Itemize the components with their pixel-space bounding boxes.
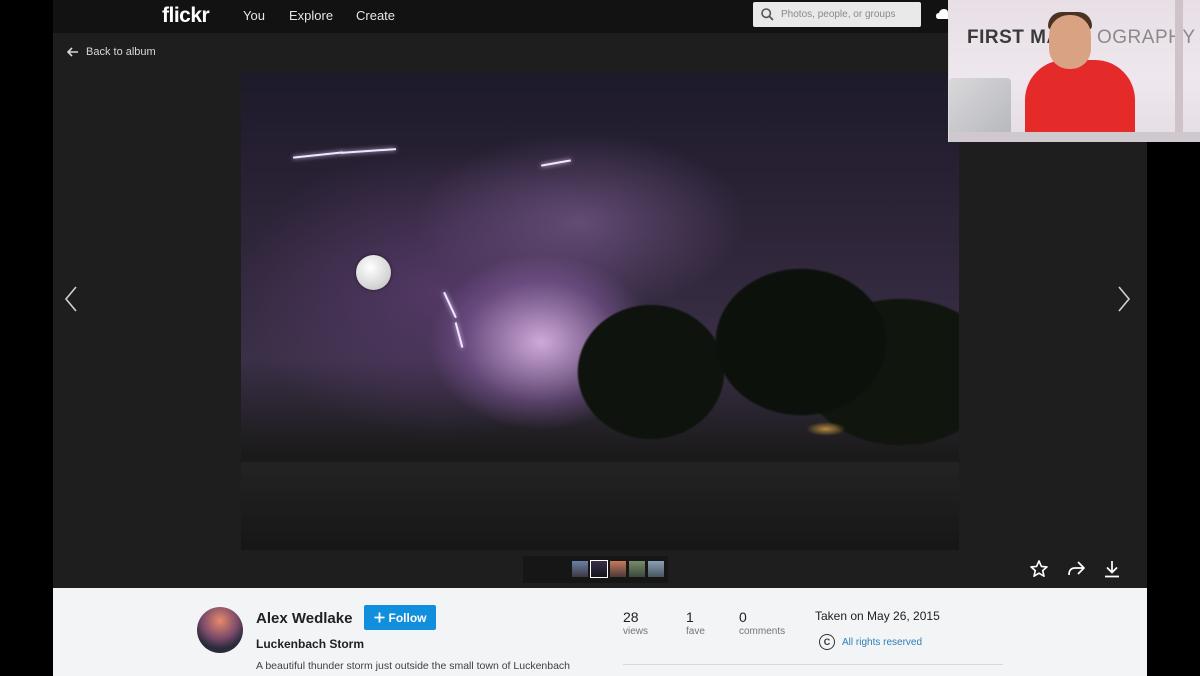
lightning-streak bbox=[454, 322, 464, 348]
webcam-overlay: FIRST MAN OGRAPHY bbox=[948, 0, 1200, 142]
follow-label: Follow bbox=[388, 610, 427, 625]
lightning-streak bbox=[293, 151, 343, 159]
stat-comments-value: 0 bbox=[739, 609, 747, 625]
info-divider bbox=[623, 664, 1003, 665]
photo-info-panel: Alex Wedlake Follow Luckenbach Storm A b… bbox=[53, 588, 1147, 676]
nav-link-you[interactable]: You bbox=[243, 8, 265, 23]
nav-link-create[interactable]: Create bbox=[356, 8, 395, 23]
back-to-album-link[interactable]: Back to album bbox=[67, 46, 156, 58]
download-button[interactable] bbox=[1102, 559, 1122, 579]
share-icon bbox=[1068, 561, 1085, 576]
webcam-presenter-head bbox=[1049, 15, 1091, 69]
mouse-cursor-indicator bbox=[356, 255, 391, 290]
webcam-presenter-shirt bbox=[1025, 60, 1135, 142]
stat-faves[interactable]: 1 fave bbox=[686, 609, 705, 637]
filmstrip-thumb[interactable] bbox=[629, 561, 645, 577]
house-light bbox=[806, 422, 846, 436]
filmstrip-thumb[interactable] bbox=[572, 561, 588, 577]
lightning-streak bbox=[541, 159, 571, 167]
copyright-icon: C bbox=[819, 634, 835, 650]
filmstrip-thumb[interactable] bbox=[648, 561, 664, 577]
photo-filmstrip bbox=[523, 556, 668, 583]
photo-title: Luckenbach Storm bbox=[256, 637, 365, 651]
lightning-streak bbox=[443, 291, 457, 319]
stat-comments[interactable]: 0 comments bbox=[739, 609, 785, 637]
license-info[interactable]: C All rights reserved bbox=[819, 634, 922, 650]
road-foreground bbox=[241, 462, 959, 550]
arrow-left-icon bbox=[67, 47, 78, 57]
filmstrip-thumb[interactable] bbox=[610, 561, 626, 577]
license-label: All rights reserved bbox=[842, 636, 923, 648]
photo-description: A beautiful thunder storm just outside t… bbox=[256, 660, 571, 672]
stat-comments-label: comments bbox=[739, 626, 786, 637]
video-letterbox-left bbox=[0, 0, 53, 676]
chevron-left-icon bbox=[64, 286, 77, 312]
back-to-album-label: Back to album bbox=[86, 46, 156, 58]
flickr-logo[interactable]: flickr bbox=[162, 4, 210, 28]
filmstrip-thumb-active[interactable] bbox=[590, 560, 608, 578]
next-photo-button[interactable] bbox=[1117, 285, 1131, 319]
lightning-streak bbox=[340, 148, 397, 154]
tree-silhouettes bbox=[541, 222, 959, 492]
stat-views: 28 views bbox=[623, 609, 648, 637]
chevron-right-icon bbox=[1118, 286, 1131, 312]
previous-photo-button[interactable] bbox=[64, 285, 78, 319]
author-avatar[interactable] bbox=[197, 607, 243, 653]
stat-views-label: views bbox=[623, 626, 649, 637]
follow-button[interactable]: Follow bbox=[364, 605, 436, 630]
share-button[interactable] bbox=[1066, 559, 1086, 579]
search-icon bbox=[761, 8, 774, 21]
download-icon bbox=[1105, 561, 1119, 578]
search-box[interactable] bbox=[753, 2, 921, 27]
webcam-lamp bbox=[1175, 0, 1183, 142]
fave-button[interactable] bbox=[1029, 559, 1049, 579]
stat-views-value: 28 bbox=[623, 609, 639, 625]
stat-faves-value: 1 bbox=[686, 609, 694, 625]
nav-link-explore[interactable]: Explore bbox=[289, 8, 333, 23]
date-taken[interactable]: Taken on May 26, 2015 bbox=[815, 609, 940, 623]
stat-faves-label: fave bbox=[686, 626, 705, 637]
webcam-desk bbox=[949, 132, 1200, 142]
plus-icon bbox=[374, 612, 384, 623]
author-name[interactable]: Alex Wedlake bbox=[256, 610, 352, 627]
star-icon bbox=[1030, 560, 1048, 577]
search-input[interactable] bbox=[781, 4, 917, 25]
main-photo[interactable] bbox=[241, 72, 959, 550]
